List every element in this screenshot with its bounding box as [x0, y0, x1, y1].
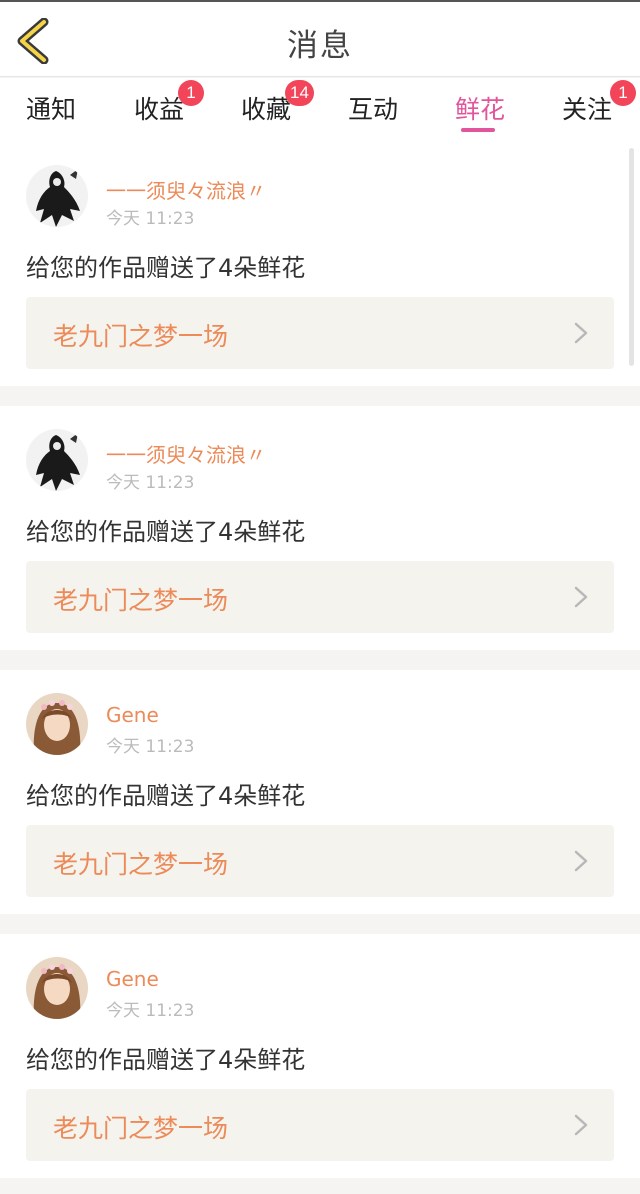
- message-time: 今天 11:23: [106, 737, 195, 757]
- ink-figure-avatar-icon: [26, 165, 88, 227]
- tab-badge: 1: [178, 80, 204, 106]
- work-link[interactable]: 老九门之梦一场: [26, 1089, 614, 1161]
- flower-message-card: 一一须臾々流浪〃 今天 11:23 给您的作品赠送了4朵鲜花 老九门之梦一场: [0, 406, 640, 650]
- avatar[interactable]: [26, 957, 88, 1019]
- work-link[interactable]: 老九门之梦一场: [26, 825, 614, 897]
- tab-label: 收藏: [241, 95, 292, 124]
- sender-name[interactable]: 一一须臾々流浪〃: [106, 439, 266, 468]
- message-time: 今天 11:23: [106, 209, 195, 229]
- message-text: 给您的作品赠送了4朵鲜花: [26, 518, 306, 546]
- message-time: 今天 11:23: [106, 1001, 195, 1021]
- tab-label: 关注: [562, 95, 613, 124]
- avatar[interactable]: [26, 165, 88, 227]
- tab-interaction[interactable]: 互动: [348, 90, 398, 134]
- tab-badge: 1: [610, 80, 636, 106]
- scrollbar[interactable]: [629, 148, 634, 366]
- work-title: 老九门之梦一场: [53, 850, 229, 879]
- avatar[interactable]: [26, 693, 88, 755]
- chevron-right-icon: [574, 322, 588, 344]
- tab-bar: 通知 收益 1 收藏 14 互动 鲜花 关注 1: [0, 78, 640, 142]
- tab-label: 通知: [26, 95, 77, 124]
- tab-follow[interactable]: 关注 1: [562, 80, 636, 134]
- tab-label: 收益: [134, 95, 185, 124]
- girl-photo-avatar-icon: [26, 693, 88, 755]
- flower-message-card: Gene 今天 11:23 给您的作品赠送了4朵鲜花 老九门之梦一场: [0, 670, 640, 914]
- sender-name[interactable]: Gene: [106, 703, 159, 727]
- work-title: 老九门之梦一场: [53, 1114, 229, 1143]
- tab-badge: 14: [285, 80, 314, 106]
- top-bar: 消息: [0, 0, 640, 77]
- page-title: 消息: [287, 28, 353, 64]
- message-text: 给您的作品赠送了4朵鲜花: [26, 1046, 306, 1074]
- work-link[interactable]: 老九门之梦一场: [26, 561, 614, 633]
- tab-earnings[interactable]: 收益 1: [134, 80, 204, 134]
- tab-label: 互动: [348, 95, 399, 124]
- flower-message-card: Gene 今天 11:23 给您的作品赠送了4朵鲜花 老九门之梦一场: [0, 934, 640, 1178]
- chevron-right-icon: [574, 850, 588, 872]
- tab-active-indicator: [461, 128, 495, 132]
- tab-label: 鲜花: [455, 95, 506, 124]
- flower-message-card: 一一须臾々流浪〃 今天 11:23 给您的作品赠送了4朵鲜花 老九门之梦一场: [0, 142, 640, 386]
- sender-name[interactable]: Gene: [106, 967, 159, 991]
- sender-name[interactable]: 一一须臾々流浪〃: [106, 175, 266, 204]
- chevron-right-icon: [574, 1114, 588, 1136]
- ink-figure-avatar-icon: [26, 429, 88, 491]
- work-link[interactable]: 老九门之梦一场: [26, 297, 614, 369]
- girl-photo-avatar-icon: [26, 957, 88, 1019]
- message-text: 给您的作品赠送了4朵鲜花: [26, 254, 306, 282]
- work-title: 老九门之梦一场: [53, 586, 229, 615]
- message-time: 今天 11:23: [106, 473, 195, 493]
- tab-notice[interactable]: 通知: [26, 90, 76, 134]
- chevron-right-icon: [574, 586, 588, 608]
- tab-favorites[interactable]: 收藏 14: [241, 80, 314, 134]
- avatar[interactable]: [26, 429, 88, 491]
- tab-flowers[interactable]: 鲜花: [455, 90, 505, 134]
- message-text: 给您的作品赠送了4朵鲜花: [26, 782, 306, 810]
- work-title: 老九门之梦一场: [53, 322, 229, 351]
